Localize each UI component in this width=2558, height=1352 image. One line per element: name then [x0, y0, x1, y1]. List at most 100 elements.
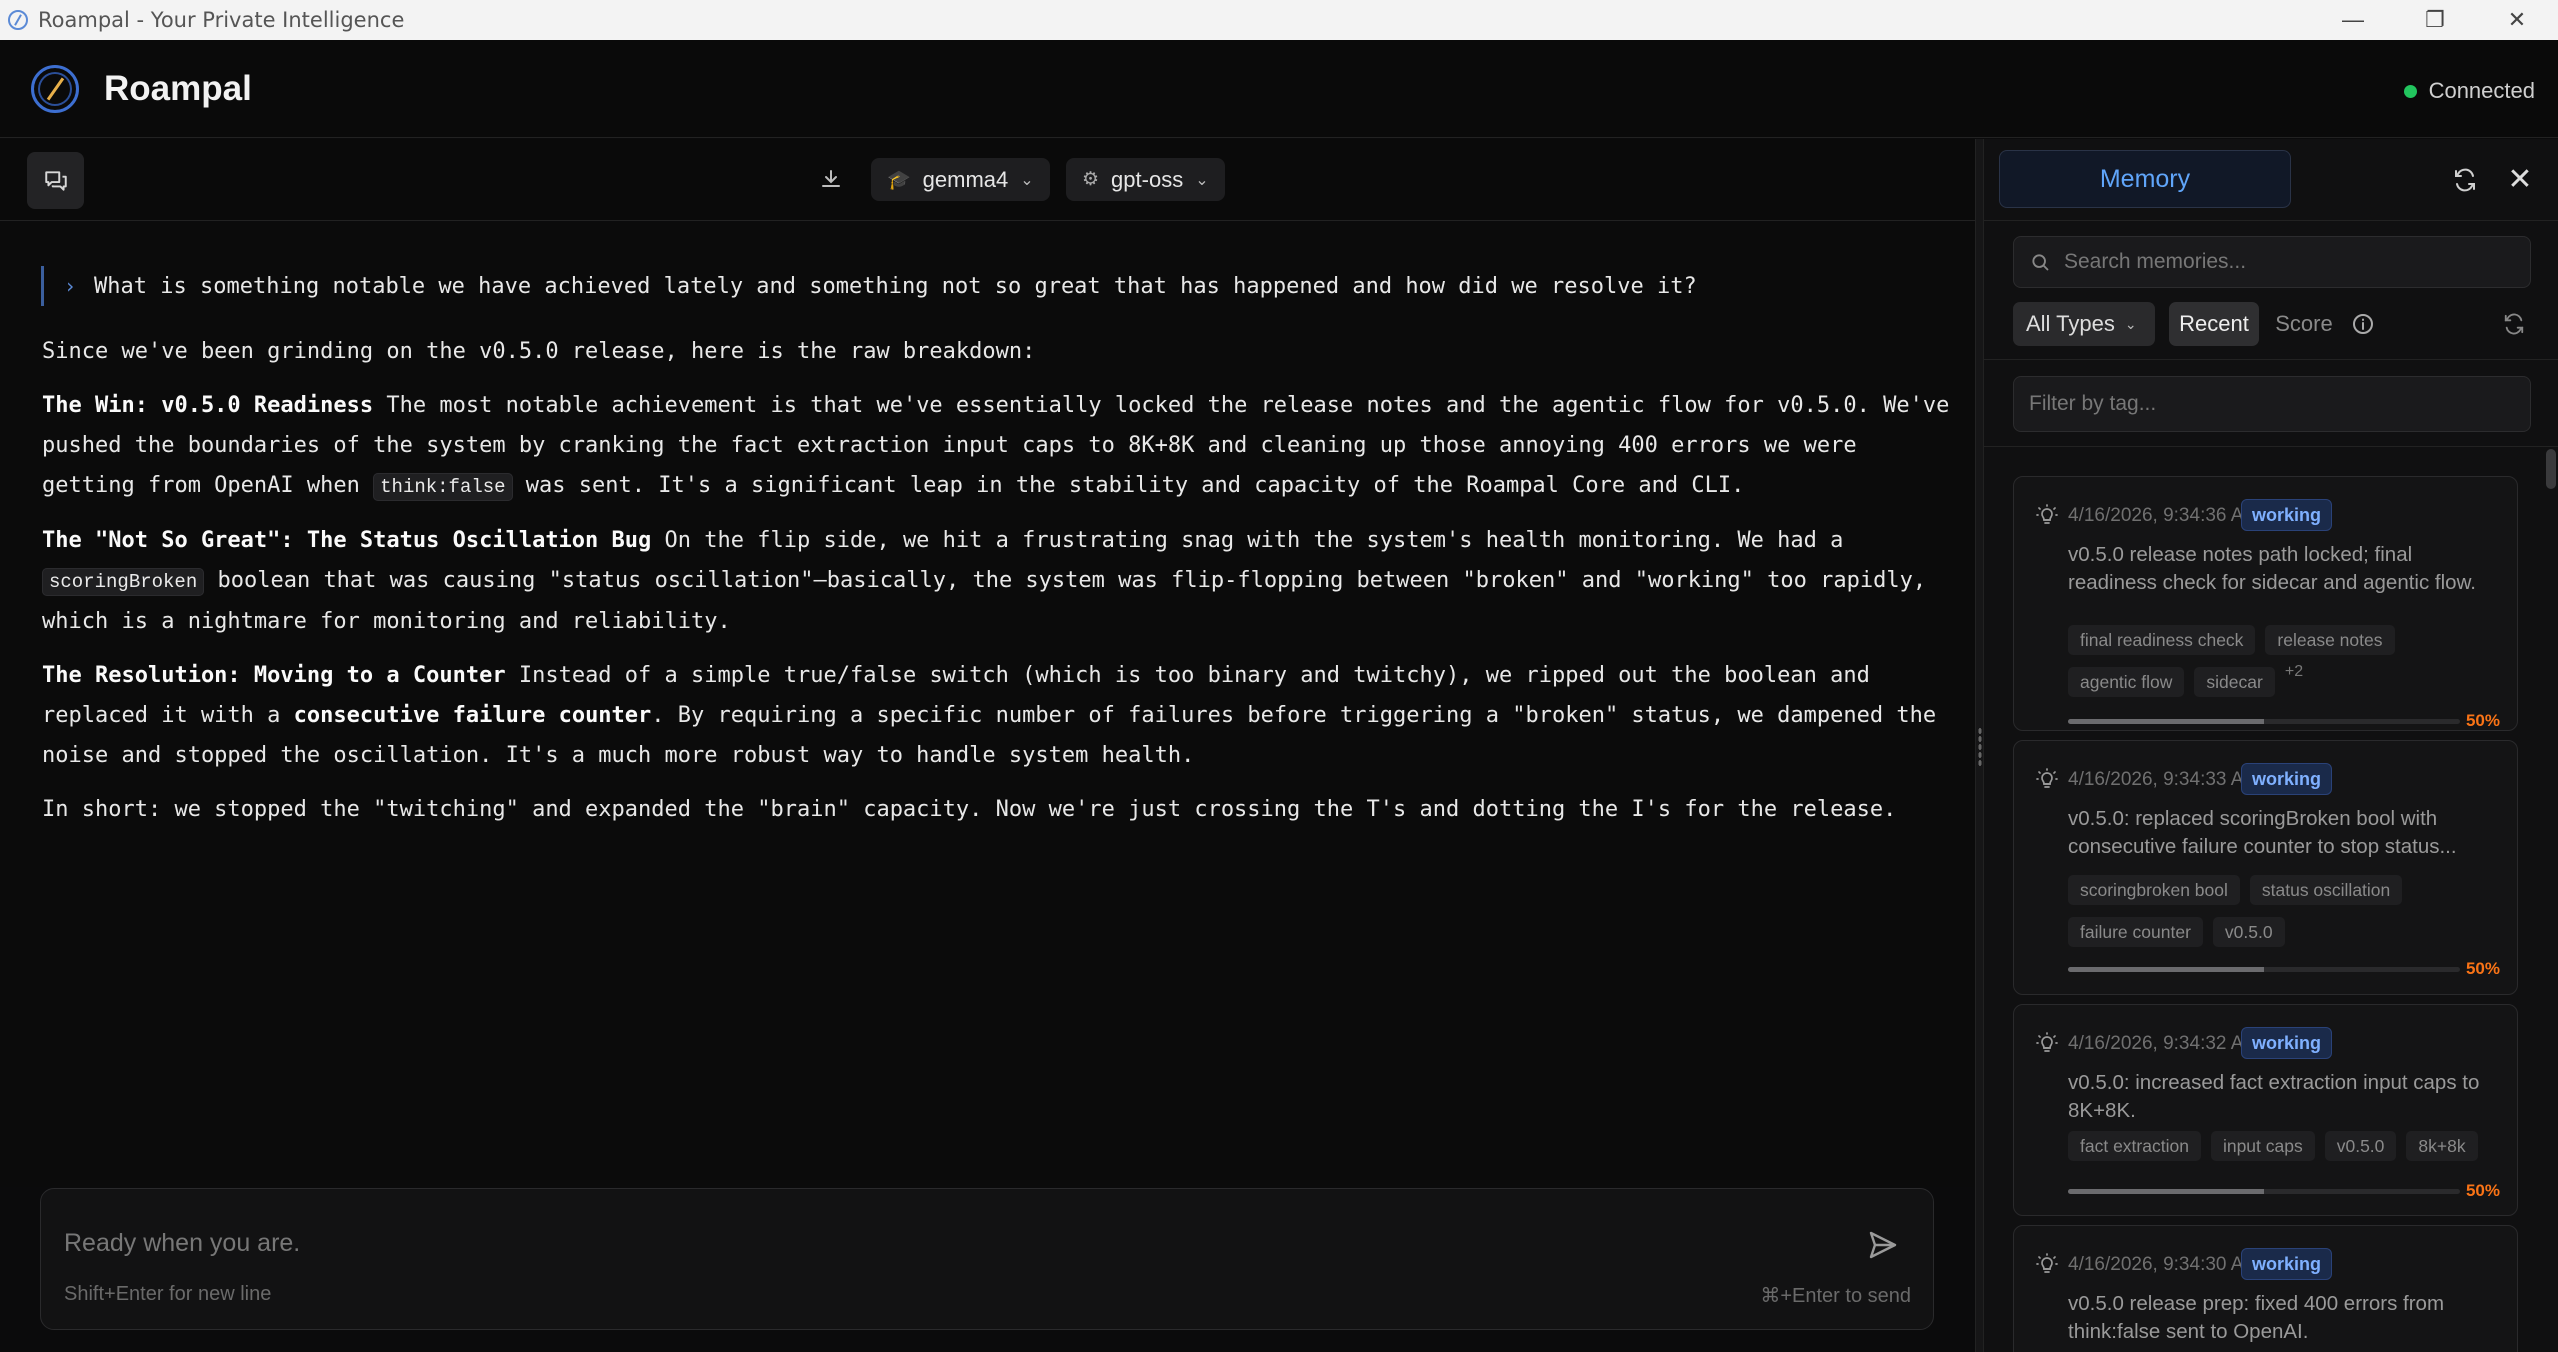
info-icon: [2353, 314, 2373, 334]
reply-text: was sent. It's a significant leap in the…: [512, 473, 1745, 498]
reply-heading-bug: The "Not So Great": The Status Oscillati…: [42, 528, 652, 553]
memory-tags: fact extraction input caps v0.5.0 8k+8k: [2068, 1131, 2508, 1161]
newline-hint: Shift+Enter for new line: [64, 1283, 272, 1305]
sort-score-button[interactable]: Score: [2269, 302, 2339, 346]
app-compass-icon: [8, 10, 28, 30]
more-tags-count[interactable]: +2: [2285, 663, 2303, 681]
memory-panel: Memory ✕ All Types ⌄ Recent Score 4/16/2…: [1984, 139, 2558, 1352]
reply-intro: Since we've been grinding on the v0.5.0 …: [42, 339, 1036, 364]
memory-tag[interactable]: failure counter: [2068, 917, 2203, 947]
graduation-cap-icon: 🎓: [887, 169, 911, 191]
memory-tag[interactable]: v0.5.0: [2212, 917, 2285, 947]
memory-tag[interactable]: status oscillation: [2249, 875, 2403, 905]
window-title: Roampal - Your Private Intelligence: [38, 8, 405, 32]
sync-button[interactable]: [2450, 165, 2480, 195]
model-select-gemma[interactable]: 🎓 gemma4 ⌄: [871, 158, 1050, 201]
status-dot-icon: [2403, 84, 2417, 98]
assistant-reply: Since we've been grinding on the v0.5.0 …: [42, 332, 1962, 844]
model-secondary-label: gpt-oss: [1111, 166, 1184, 192]
memory-card[interactable]: 4/16/2026, 9:34:36 AM working v0.5.0 relea…: [2013, 476, 2518, 731]
chevron-down-icon: ⌄: [2124, 315, 2137, 332]
panel-resize-handle[interactable]: [1975, 139, 1984, 1352]
download-icon: [822, 170, 840, 187]
chat-transcript: › What is something notable we have achi…: [0, 222, 1975, 1187]
sort-recent-button[interactable]: Recent: [2169, 302, 2259, 346]
window-titlebar: Roampal - Your Private Intelligence — ❐ …: [0, 0, 2558, 40]
memory-score-fill: [2068, 967, 2264, 972]
refresh-memories-button[interactable]: [2501, 311, 2527, 337]
memory-score-label: 50%: [2465, 711, 2500, 730]
reply-bold-term: consecutive failure counter: [293, 703, 652, 728]
reply-heading-resolution: The Resolution: Moving to a Counter: [42, 663, 506, 688]
composer-placeholder[interactable]: Ready when you are.: [64, 1229, 300, 1258]
chevron-right-icon: ›: [64, 274, 77, 298]
memory-score-bar: [2068, 719, 2460, 724]
memory-card[interactable]: 4/16/2026, 9:34:30 AM working v0.5.0 relea…: [2013, 1225, 2518, 1352]
memory-tab[interactable]: Memory: [1999, 150, 2291, 208]
download-button[interactable]: [813, 161, 849, 197]
model-primary-label: gemma4: [922, 166, 1009, 192]
send-button[interactable]: [1863, 1225, 1903, 1265]
memory-tag[interactable]: v0.5.0: [2324, 1131, 2397, 1161]
conversations-button[interactable]: [27, 152, 84, 209]
memory-tag[interactable]: release notes: [2265, 625, 2395, 655]
memory-tag[interactable]: fact extraction: [2068, 1131, 2201, 1161]
divider: [1984, 359, 2558, 360]
memory-tag[interactable]: scoringbroken bool: [2068, 875, 2240, 905]
user-message-text: What is something notable we have achiev…: [94, 273, 1697, 299]
chevron-down-icon: ⌄: [1020, 171, 1034, 189]
reply-outro: In short: we stopped the "twitching" and…: [42, 797, 1897, 822]
search-input[interactable]: [2064, 250, 2504, 274]
tag-filter-input[interactable]: [2029, 392, 2509, 416]
memory-text: v0.5.0: replaced scoringBroken bool with…: [2068, 807, 2457, 858]
memory-timestamp: 4/16/2026, 9:34:30 AM: [2068, 1254, 2260, 1275]
inline-code: think:false: [373, 473, 513, 501]
close-panel-button[interactable]: ✕: [2504, 162, 2536, 196]
gear-icon: ⚙: [1082, 169, 1100, 190]
memory-tag[interactable]: final readiness check: [2068, 625, 2256, 655]
reply-paragraph-win: The Win: v0.5.0 Readiness The most notab…: [42, 386, 1962, 507]
memory-tag[interactable]: input caps: [2210, 1131, 2315, 1161]
message-composer[interactable]: Ready when you are. Shift+Enter for new …: [40, 1188, 1934, 1330]
status-label: Connected: [2428, 78, 2535, 103]
lightbulb-icon: [2035, 503, 2059, 527]
reply-text: boolean that was causing "status oscilla…: [42, 568, 1927, 634]
window-controls: — ❐ ✕: [2312, 0, 2558, 40]
restore-icon[interactable]: ❐: [2394, 0, 2476, 40]
send-hint: ⌘+Enter to send: [1760, 1285, 1911, 1307]
memory-status-badge: working: [2241, 1027, 2333, 1059]
memory-score-label: 50%: [2465, 1181, 2500, 1200]
memory-status-badge: working: [2241, 499, 2333, 531]
search-icon: [2032, 254, 2049, 271]
memory-tag[interactable]: agentic flow: [2068, 667, 2185, 697]
memory-score-fill: [2068, 719, 2264, 724]
chevron-down-icon: ⌄: [1195, 171, 1209, 189]
tag-filter[interactable]: [2013, 376, 2531, 432]
memory-score-fill: [2068, 1189, 2264, 1194]
lightbulb-icon: [2035, 1031, 2059, 1055]
memory-text: v0.5.0: increased fact extraction input …: [2068, 1071, 2480, 1122]
reply-paragraph-bug: The "Not So Great": The Status Oscillati…: [42, 521, 1962, 642]
reply-heading-win: The Win: v0.5.0 Readiness: [42, 393, 374, 418]
close-icon: ✕: [2507, 162, 2533, 196]
memory-search[interactable]: [2013, 236, 2531, 288]
memory-timestamp: 4/16/2026, 9:34:32 AM: [2068, 1033, 2260, 1054]
type-filter-select[interactable]: All Types ⌄: [2013, 302, 2155, 346]
memory-scrollbar[interactable]: [2546, 449, 2556, 489]
chat-bubbles-icon: [44, 170, 67, 191]
memory-score-bar: [2068, 1189, 2460, 1194]
memory-score-label: 50%: [2465, 959, 2500, 978]
info-button[interactable]: [2350, 311, 2376, 337]
app-header: Roampal Connected: [0, 40, 2558, 138]
close-window-icon[interactable]: ✕: [2476, 0, 2558, 40]
minimize-icon[interactable]: —: [2312, 0, 2394, 40]
memory-tag[interactable]: 8k+8k: [2406, 1131, 2478, 1161]
model-select-gpt-oss[interactable]: ⚙ gpt-oss ⌄: [1066, 158, 1225, 201]
send-icon: [1869, 1231, 1897, 1259]
memory-tag[interactable]: sidecar: [2194, 667, 2275, 697]
memory-tags: scoringbroken bool status oscillation fail…: [2068, 875, 2508, 947]
divider: [1984, 446, 2558, 447]
memory-card[interactable]: 4/16/2026, 9:34:33 AM working v0.5.0: repl…: [2013, 740, 2518, 995]
memory-card[interactable]: 4/16/2026, 9:34:32 AM working v0.5.0: incr…: [2013, 1004, 2518, 1216]
memory-status-badge: working: [2241, 1248, 2333, 1280]
